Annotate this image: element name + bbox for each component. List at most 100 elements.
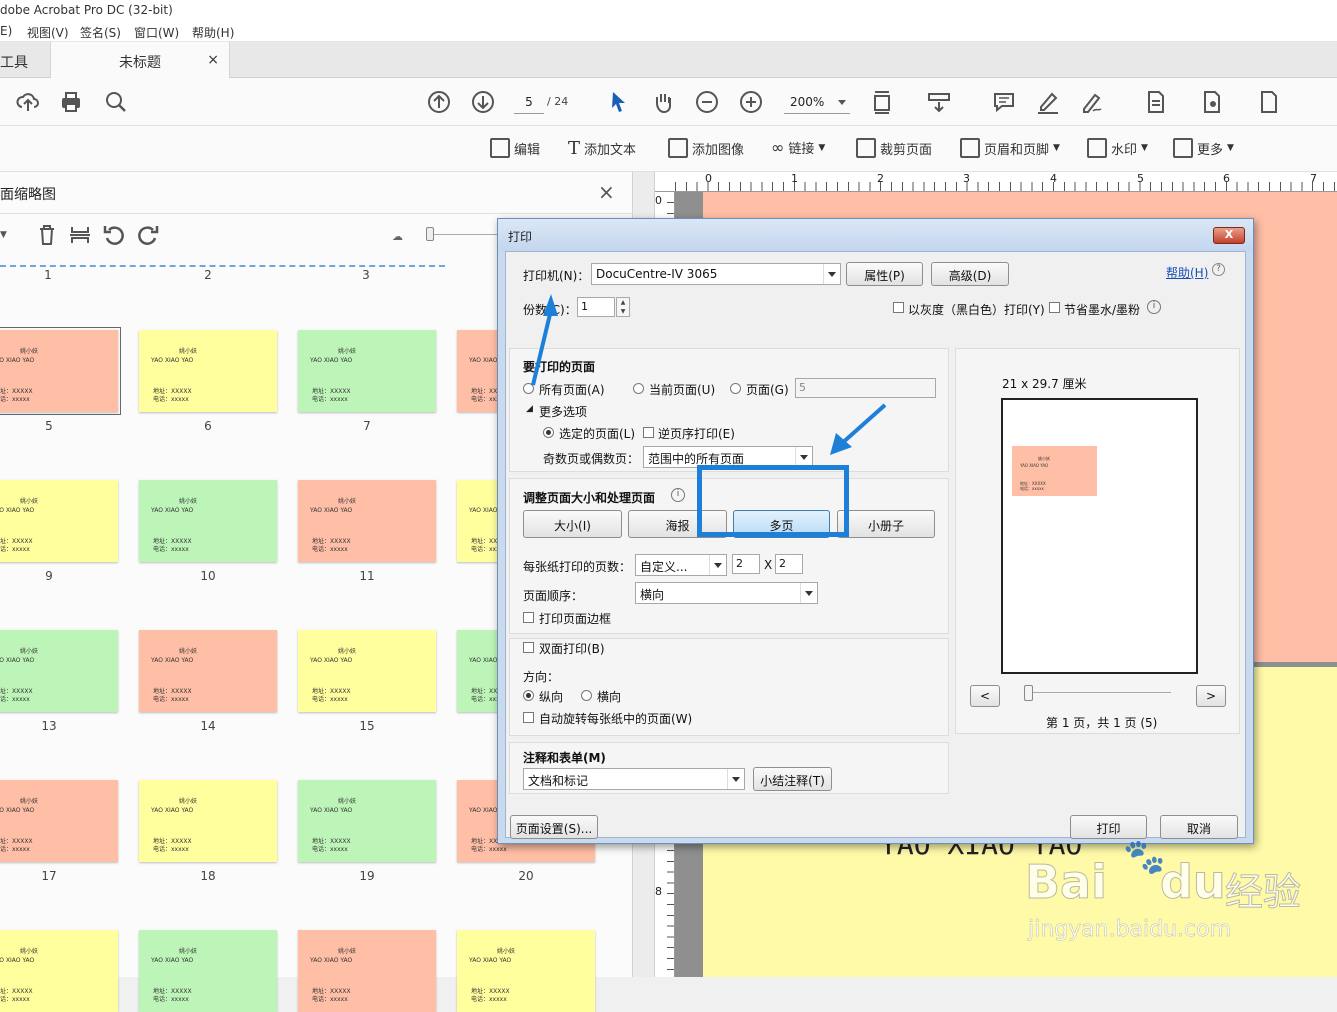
close-tab-icon[interactable]: × [207,52,219,68]
scroll-mode-icon[interactable] [926,89,952,115]
summarize-comments-button[interactable]: 小结注释(T) [753,767,832,791]
page-order-select[interactable]: 横向 [635,582,818,604]
cancel-button[interactable]: 取消 [1160,815,1238,839]
copies-input[interactable]: 1 [577,297,615,317]
pages-per-sheet-select[interactable]: 自定义... [635,554,727,576]
select-arrow-icon[interactable] [606,89,632,115]
page-thumbnail[interactable]: 姚小妖YAO XIAO YAO地址：XXXXX电话：xxxxx [139,930,277,1012]
zoom-level-select[interactable]: 200% [784,92,850,114]
page-thumbnail[interactable]: 姚小妖YAO XIAO YAO地址：XXXXX电话：xxxxx [457,930,595,1012]
preview-prev-button[interactable]: < [970,685,1000,707]
zoom-out-icon[interactable] [694,89,720,115]
menu-help[interactable]: 帮助(H) [192,24,234,41]
crop-pages-button[interactable]: 裁剪页面 [856,138,932,158]
page-fit-icon[interactable] [870,89,896,115]
page-thumbnail[interactable]: 姚小妖YAO XIAO YAO地址：XXXXX电话：xxxxx [0,930,118,1012]
advanced-button[interactable]: 高级(D) [931,262,1009,286]
export-pdf-icon[interactable] [1143,89,1169,115]
tab-tools[interactable]: 工具 [0,42,48,78]
reverse-order-checkbox[interactable] [643,427,654,438]
page-thumbnail[interactable]: 姚小妖YAO XIAO YAO地址：XXXXX电话：xxxxx [139,780,277,862]
landscape-radio[interactable] [581,690,592,701]
page-down-icon[interactable] [470,89,496,115]
pages-per-sheet-y-input[interactable]: 2 [775,554,803,574]
menu-window[interactable]: 窗口(W) [134,24,179,41]
page-setup-button[interactable]: 页面设置(S)... [510,815,598,839]
thumb-card-pinyin: YAO XIAO YAO [310,357,353,364]
info-icon[interactable]: i [1147,300,1161,314]
page-thumbnail[interactable]: 姚小妖YAO XIAO YAO地址：XXXXX电话：xxxxx [139,330,277,412]
size-button[interactable]: 大小(I) [523,510,622,538]
link-button[interactable]: ∞ 链接 ▼ [771,138,825,157]
page-thumbnail[interactable]: 姚小妖YAO XIAO YAO地址：XXXXX电话：xxxxx [139,480,277,562]
sign-pen-icon[interactable] [1079,89,1105,115]
page-thumbnail[interactable]: 姚小妖YAO XIAO YAO地址：XXXXX电话：xxxxx [298,330,436,412]
page-number-input[interactable]: 5 [514,92,544,114]
preview-slider-thumb[interactable] [1024,685,1033,701]
add-text-button[interactable]: T 添加文本 [568,138,636,159]
page-thumbnail[interactable]: 姚小妖YAO XIAO YAO地址：XXXXX电话：xxxxx [139,630,277,712]
more-tools-icon[interactable] [1256,89,1282,115]
preview-next-button[interactable]: > [1196,685,1226,707]
insert-page-icon[interactable] [67,222,93,248]
help-icon[interactable]: ? [1212,263,1225,276]
comment-icon[interactable] [991,89,1017,115]
help-link[interactable]: 帮助(H) [1166,264,1208,281]
portrait-radio[interactable] [523,690,534,701]
print-icon[interactable] [58,89,84,115]
properties-button[interactable]: 属性(P) [846,262,923,286]
more-button[interactable]: 更多 ▼ [1173,138,1234,158]
grayscale-checkbox[interactable] [893,302,904,313]
print-border-checkbox[interactable] [523,612,534,623]
menu-view[interactable]: 视图(V) [27,24,69,41]
edit-button[interactable]: 编辑 [490,138,540,158]
selected-pages-radio[interactable] [543,427,554,438]
pages-range-input[interactable]: 5 [795,378,936,398]
hand-tool-icon[interactable] [650,89,676,115]
rotate-left-icon[interactable] [101,222,127,248]
thumbnail-size-slider[interactable] [426,227,434,241]
add-image-button[interactable]: 添加图像 [668,138,744,158]
booklet-button[interactable]: 小册子 [837,510,935,538]
pages-per-sheet-x-input[interactable]: 2 [732,554,760,574]
info-icon[interactable]: i [671,488,685,502]
rotate-right-icon[interactable] [135,222,161,248]
expand-triangle-icon[interactable]: ◢ [526,404,533,414]
watermark-button[interactable]: 水印 ▼ [1087,138,1148,158]
thumb-card-phone: 电话：xxxxx [0,396,30,403]
page-thumbnail[interactable]: 姚小妖YAO XIAO YAO地址：XXXXX电话：xxxxx [0,480,118,562]
page-thumbnail[interactable]: 姚小妖YAO XIAO YAO地址：XXXXX电话：xxxxx [0,780,118,862]
print-button[interactable]: 打印 [1070,815,1147,839]
menu-edit[interactable]: E) [0,24,12,38]
copies-stepper[interactable]: ▲ ▼ [616,297,630,317]
highlight-pen-icon[interactable] [1035,89,1061,115]
page-thumbnail[interactable]: 姚小妖YAO XIAO YAO地址：XXXXX电话：xxxxx [298,930,436,1012]
page-thumbnail[interactable]: 姚小妖YAO XIAO YAO地址：XXXXX电话：xxxxx [298,780,436,862]
page-thumbnail[interactable]: 姚小妖YAO XIAO YAO地址：XXXXX电话：xxxxx [0,327,121,415]
thumb-card-pinyin: YAO XIAO YAO [310,657,353,664]
options-chevron-icon[interactable]: ▼ [0,230,7,240]
page-thumbnail[interactable]: 姚小妖YAO XIAO YAO地址：XXXXX电话：xxxxx [298,480,436,562]
header-footer-button[interactable]: 页眉和页脚 ▼ [960,138,1060,158]
horizontal-ruler: 0 1 2 3 4 5 6 7 [655,172,1337,192]
auto-rotate-checkbox[interactable] [523,712,534,723]
printer-select[interactable]: DocuCentre-IV 3065 [591,263,841,285]
tab-document[interactable]: 未标题 × [50,42,230,78]
dialog-close-button[interactable]: X [1213,227,1245,244]
comments-select[interactable]: 文档和标记 [523,768,745,790]
search-icon[interactable] [103,89,129,115]
duplex-checkbox[interactable] [523,642,534,653]
page-up-icon[interactable] [426,89,452,115]
save-ink-checkbox[interactable] [1049,302,1060,313]
more-options-label[interactable]: 更多选项 [539,403,587,420]
trash-icon[interactable] [34,222,60,248]
cloud-upload-icon[interactable] [15,89,41,115]
current-page-radio[interactable] [633,383,644,394]
pages-radio[interactable] [730,383,741,394]
create-pdf-icon[interactable] [1199,89,1225,115]
page-thumbnail[interactable]: 姚小妖YAO XIAO YAO地址：XXXXX电话：xxxxx [0,630,118,712]
page-thumbnail[interactable]: 姚小妖YAO XIAO YAO地址：XXXXX电话：xxxxx [298,630,436,712]
menu-sign[interactable]: 签名(S) [80,24,121,41]
zoom-in-icon[interactable] [738,89,764,115]
close-panel-icon[interactable]: × [598,180,615,204]
